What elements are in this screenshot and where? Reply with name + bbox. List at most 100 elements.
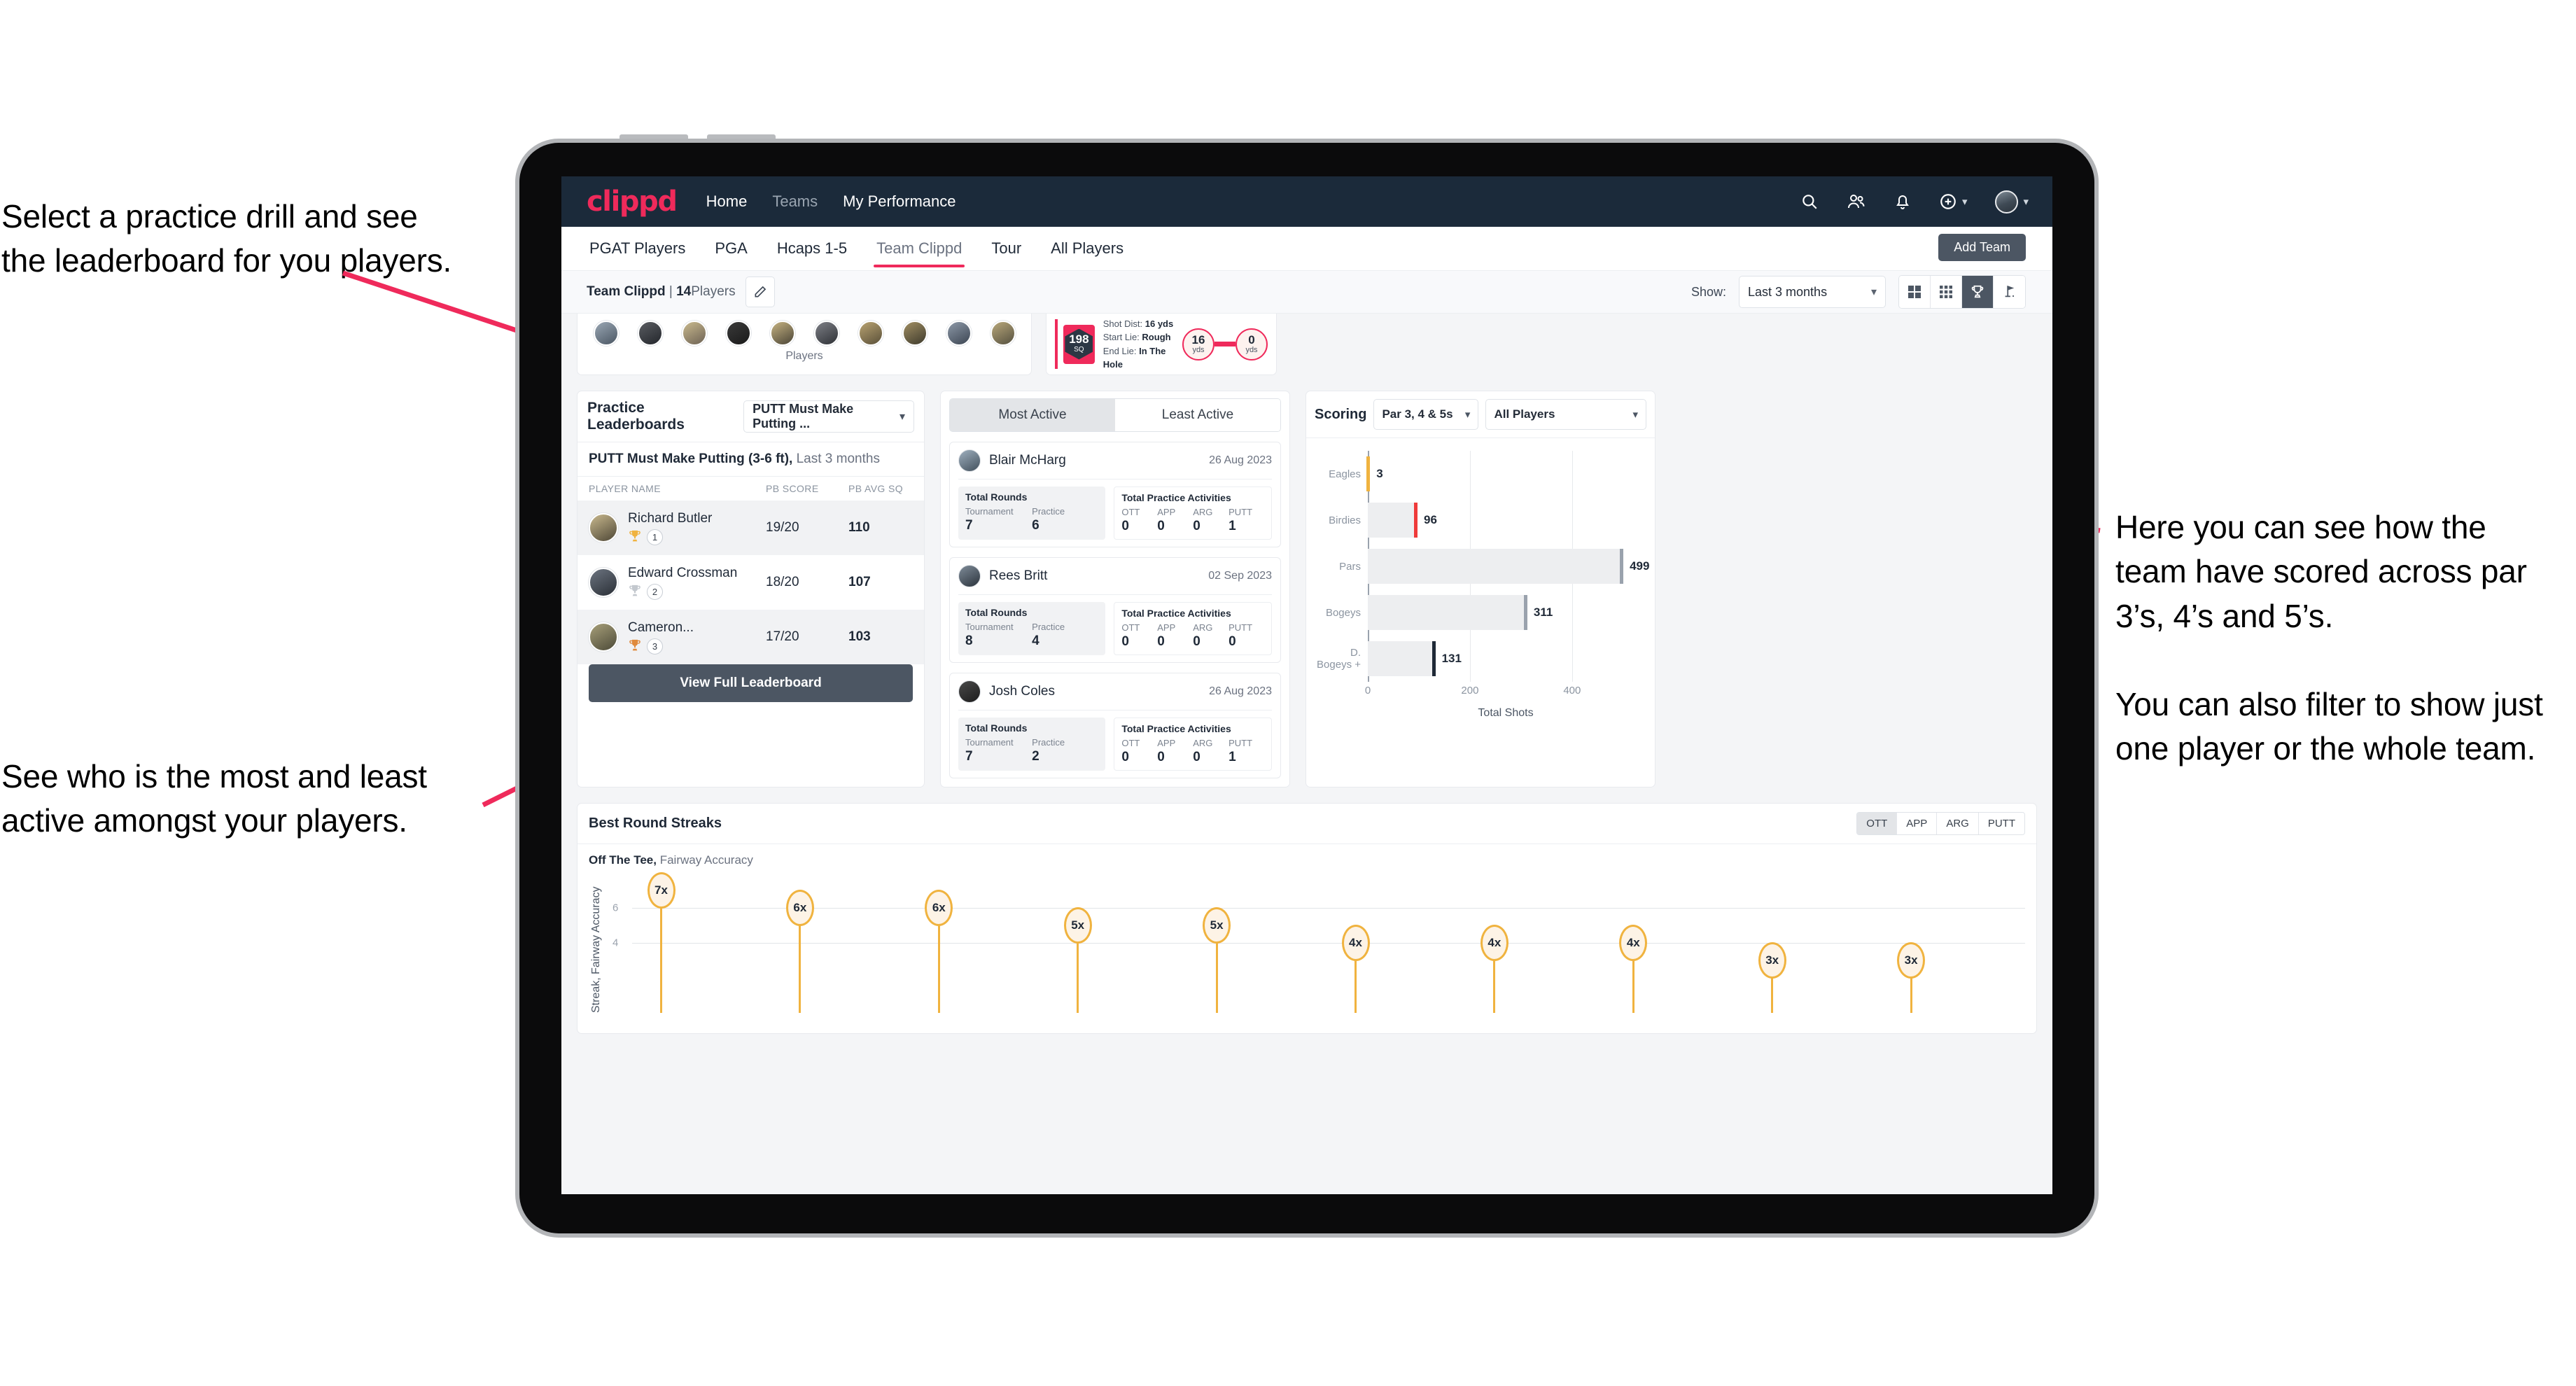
tab-tour[interactable]: Tour <box>991 227 1021 270</box>
plus-circle-icon[interactable]: ▾ <box>1939 192 1967 211</box>
shot-detail-card: 198 SQ Shot Dist: 16 yds Start Lie: Roug… <box>1046 314 1277 375</box>
activity-player-card[interactable]: Rees Britt 02 Sep 2023 Total Rounds Tournam… <box>949 557 1281 663</box>
value-tournament: 7 <box>965 518 973 533</box>
chevron-down-icon: ▾ <box>1464 409 1471 421</box>
add-team-button[interactable]: Add Team <box>1938 234 2026 261</box>
last-activity-date: 26 Aug 2023 <box>1209 454 1272 466</box>
player-avatar[interactable] <box>813 321 839 346</box>
streak-lollipop[interactable]: 4x <box>1619 925 1648 1013</box>
view-toggle-trophy[interactable] <box>1962 276 1994 308</box>
streak-lollipop[interactable]: 4x <box>1480 925 1508 1013</box>
view-toggle-grid-3x3[interactable] <box>1931 276 1962 308</box>
leaderboard-row[interactable]: Edward Crossman 2 18/20 107 <box>578 555 924 610</box>
column-player-name: PLAYER NAME <box>589 483 661 494</box>
player-avatar[interactable] <box>681 321 707 346</box>
streak-lollipop[interactable]: 7x <box>647 872 676 1013</box>
streaks-toggle-ott[interactable]: OTT <box>1857 813 1898 834</box>
clippd-logo[interactable]: clippd <box>587 186 678 218</box>
nav-link-my-performance[interactable]: My Performance <box>843 192 955 211</box>
tab-pga[interactable]: PGA <box>715 227 747 270</box>
streaks-metric: Off The Tee, <box>589 853 657 867</box>
player-avatar[interactable] <box>990 321 1016 346</box>
annotation-paragraph: You can also filter to show just one pla… <box>2115 685 2543 766</box>
best-round-streaks-card: Best Round Streaks OTT APP ARG PUTT Off … <box>577 803 2037 1034</box>
streak-lollipop[interactable]: 5x <box>1063 907 1092 1013</box>
player-filter-select[interactable]: All Players ▾ <box>1485 399 1646 430</box>
total-activities-values: OTT 0 APP 0 ARG 0 PUTT 0 <box>1121 622 1264 650</box>
tab-pgat-players[interactable]: PGAT Players <box>589 227 685 270</box>
streak-lollipop[interactable]: 4x <box>1341 925 1370 1013</box>
bar-cap <box>1366 456 1371 491</box>
search-icon[interactable] <box>1800 192 1819 211</box>
player-avatar[interactable] <box>593 321 619 346</box>
leaderboard-subtitle: PUTT Must Make Putting (3-6 ft), Last 3 … <box>578 442 924 476</box>
activity-player-card[interactable]: Blair McHarg 26 Aug 2023 Total Rounds Tourn… <box>949 442 1281 547</box>
view-toggle-golf-flag[interactable] <box>1994 276 2025 308</box>
tab-least-active[interactable]: Least Active <box>1115 399 1280 431</box>
activity-card-header: Rees Britt 02 Sep 2023 <box>958 565 1272 587</box>
dashboard-content: Players 198 SQ Shot Dist: 16 yds Start L… <box>561 314 2052 1194</box>
leaderboard-header: Practice Leaderboards PUTT Must Make Put… <box>578 391 924 442</box>
scoring-bars: Eagles 3 Birdies 96 Pars 499 Bogeys 311 D. Bogey… <box>1313 451 1649 682</box>
player-info: Richard Butler 1 <box>628 511 766 545</box>
tab-most-active[interactable]: Most Active <box>950 399 1115 431</box>
tab-hcaps-1-5[interactable]: Hcaps 1-5 <box>777 227 847 270</box>
scoring-card: Scoring Par 3, 4 & 5s ▾ All Players ▾ Ea… <box>1306 391 1656 788</box>
drill-select[interactable]: PUTT Must Make Putting ... ▾ <box>743 400 914 433</box>
annotation-line: Select a practice drill and see <box>1 198 418 234</box>
scoring-bar-row: Eagles 3 <box>1313 451 1644 497</box>
par-filter-select[interactable]: Par 3, 4 & 5s ▾ <box>1373 399 1479 430</box>
scoring-bar-row: Birdies 96 <box>1313 497 1644 543</box>
leaderboard-column-headers: PLAYER NAME PB SCORE PB AVG SQ <box>578 476 924 500</box>
tab-team-clippd[interactable]: Team Clippd <box>874 227 965 270</box>
drill-select-value: PUTT Must Make Putting ... <box>752 402 854 430</box>
leaderboard-row[interactable]: Richard Butler 1 19/20 110 <box>578 500 924 555</box>
streak-lollipop[interactable]: 5x <box>1203 907 1231 1013</box>
app-viewport: clippd Home Teams My Performance ▾ ▾ PGA… <box>561 176 2052 1194</box>
bar-value-label: 311 <box>1533 606 1553 619</box>
streaks-y-axis-label: Streak, Fairway Accuracy <box>590 886 602 1014</box>
player-avatar[interactable] <box>769 321 795 346</box>
streaks-toggle-putt[interactable]: PUTT <box>1978 813 2024 834</box>
streak-lollipop[interactable]: 6x <box>925 890 953 1013</box>
nav-link-teams[interactable]: Teams <box>772 192 818 211</box>
value-app: 0 <box>1157 750 1165 764</box>
scoring-title: Scoring <box>1315 406 1367 422</box>
streak-value-bubble: 4x <box>1480 925 1508 961</box>
pb-avg-sq: 103 <box>848 629 871 644</box>
value-ott: 0 <box>1121 750 1129 764</box>
streak-lollipop[interactable]: 6x <box>785 890 814 1013</box>
player-avatar[interactable] <box>946 321 972 346</box>
date-range-select[interactable]: Last 3 months ▾ <box>1739 276 1886 308</box>
avatar[interactable]: ▾ <box>1995 190 2029 214</box>
nav-link-home[interactable]: Home <box>706 192 748 211</box>
bar-track: 3 <box>1366 456 1644 491</box>
streak-lollipop[interactable]: 3x <box>1758 942 1786 1013</box>
player-avatar[interactable] <box>902 321 927 346</box>
par-filter-value: Par 3, 4 & 5s <box>1382 407 1453 421</box>
activity-player-card[interactable]: Josh Coles 26 Aug 2023 Total Rounds Tournam… <box>949 673 1281 778</box>
streak-lollipop[interactable]: 3x <box>1897 942 1926 1013</box>
x-axis-tick: 200 <box>1461 685 1479 696</box>
leaderboard-row[interactable]: Cameron... 3 17/20 103 <box>578 610 924 664</box>
streaks-toggle-arg[interactable]: ARG <box>1937 813 1979 834</box>
total-rounds-panel: Total Rounds Tournament 8 Practice 4 <box>958 602 1106 655</box>
view-toggle-grid-2x2[interactable] <box>1899 276 1931 308</box>
rank-badge: 1 <box>647 528 663 545</box>
player-avatar[interactable] <box>725 321 751 346</box>
streaks-subtitle: Off The Tee, Fairway Accuracy <box>578 844 2036 869</box>
tab-all-players[interactable]: All Players <box>1051 227 1124 270</box>
view-full-leaderboard-button[interactable]: View Full Leaderboard <box>589 664 913 702</box>
bar-cap <box>1523 595 1527 630</box>
player-avatar[interactable] <box>858 321 883 346</box>
edit-team-button[interactable] <box>745 276 775 307</box>
bell-icon[interactable] <box>1894 192 1911 211</box>
player-avatar[interactable] <box>637 321 663 346</box>
total-activities-values: OTT 0 APP 0 ARG 0 PUTT 1 <box>1121 738 1264 765</box>
player-avatar <box>958 565 981 587</box>
gridline <box>632 943 2025 944</box>
people-icon[interactable] <box>1847 192 1866 211</box>
total-rounds-panel: Total Rounds Tournament 7 Practice 6 <box>958 486 1106 540</box>
streaks-toggle-app[interactable]: APP <box>1897 813 1938 834</box>
chevron-down-icon: ▾ <box>899 411 905 423</box>
